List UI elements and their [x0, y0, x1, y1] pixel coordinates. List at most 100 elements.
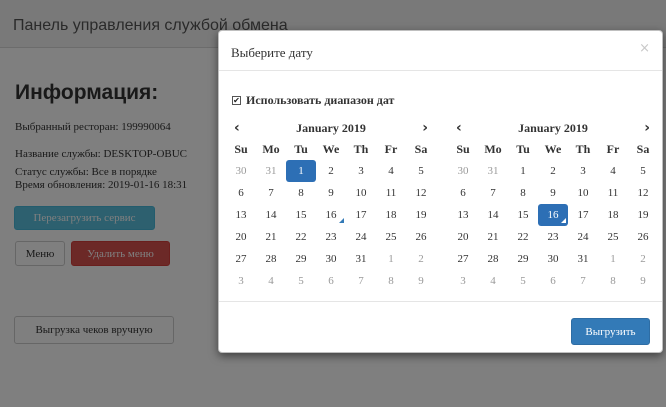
calendar-day[interactable]: 6	[448, 182, 478, 204]
calendar-day[interactable]: 31	[568, 248, 598, 270]
calendar-day[interactable]: 10	[346, 182, 376, 204]
calendar-day[interactable]: 19	[628, 204, 658, 226]
calendar-day[interactable]: 8	[598, 270, 628, 292]
calendar-day[interactable]: 3	[568, 160, 598, 182]
calendar-day[interactable]: 15	[508, 204, 538, 226]
calendar-day[interactable]: 2	[628, 248, 658, 270]
next-month-icon[interactable]: ›	[422, 119, 428, 137]
calendar-day[interactable]: 4	[256, 270, 286, 292]
calendar-day[interactable]: 28	[256, 248, 286, 270]
calendar-day[interactable]: 17	[346, 204, 376, 226]
calendar-day[interactable]: 5	[628, 160, 658, 182]
calendar-start: ‹ January 2019 › Su Mo Tu We Th Fr Sa 30 31 1 2 3 4 5…	[226, 119, 436, 292]
calendar-day[interactable]: 3	[346, 160, 376, 182]
calendar-day[interactable]: 7	[346, 270, 376, 292]
calendar-day[interactable]: 11	[598, 182, 628, 204]
calendar-day[interactable]: 26	[406, 226, 436, 248]
calendar-day[interactable]: 24	[346, 226, 376, 248]
calendar-day[interactable]: 22	[286, 226, 316, 248]
calendar-day[interactable]: 30	[448, 160, 478, 182]
calendar-day[interactable]: 31	[256, 160, 286, 182]
calendar-day[interactable]: 4	[598, 160, 628, 182]
calendar-day[interactable]: 12	[406, 182, 436, 204]
calendar-day[interactable]: 25	[376, 226, 406, 248]
calendar-day[interactable]: 13	[226, 204, 256, 226]
calendar-day[interactable]: 9	[628, 270, 658, 292]
calendar-day[interactable]: 29	[286, 248, 316, 270]
calendar-day[interactable]: 27	[448, 248, 478, 270]
calendar-day[interactable]: 23	[316, 226, 346, 248]
calendar-day[interactable]: 25	[598, 226, 628, 248]
weekday-header: Fr	[606, 142, 620, 156]
calendar-day[interactable]: 20	[448, 226, 478, 248]
calendar-day[interactable]: 18	[376, 204, 406, 226]
calendar-day[interactable]: 9	[316, 182, 346, 204]
calendar-month-label: January 2019	[518, 121, 588, 135]
calendar-day[interactable]: 1	[286, 160, 316, 182]
calendar-day[interactable]: 7	[568, 270, 598, 292]
next-month-icon[interactable]: ›	[644, 119, 650, 137]
calendar-day[interactable]: 14	[256, 204, 286, 226]
use-range-row[interactable]: ✔ Использовать диапазон дат	[232, 93, 394, 108]
weekday-header: Th	[353, 142, 369, 156]
calendar-day[interactable]: 30	[316, 248, 346, 270]
calendar-day[interactable]: 14	[478, 204, 508, 226]
calendar-day[interactable]: 28	[478, 248, 508, 270]
calendar-day[interactable]: 29	[508, 248, 538, 270]
calendar-day[interactable]: 26	[628, 226, 658, 248]
calendar-day[interactable]: 30	[226, 160, 256, 182]
calendar-day[interactable]: 30	[538, 248, 568, 270]
weekday-header: Th	[575, 142, 591, 156]
calendar-day[interactable]: 10	[568, 182, 598, 204]
calendar-day[interactable]: 1	[508, 160, 538, 182]
calendar-day[interactable]: 31	[346, 248, 376, 270]
weekday-header: Mo	[484, 142, 502, 156]
weekday-header: Fr	[384, 142, 398, 156]
calendar-day[interactable]: 20	[226, 226, 256, 248]
calendar-day[interactable]: 15	[286, 204, 316, 226]
calendar-day[interactable]: 8	[376, 270, 406, 292]
calendar-day[interactable]: 5	[406, 160, 436, 182]
calendar-day[interactable]: 9	[406, 270, 436, 292]
calendar-day[interactable]: 5	[286, 270, 316, 292]
calendar-day[interactable]: 16	[538, 204, 568, 226]
calendar-day[interactable]: 16	[316, 204, 346, 226]
calendar-day[interactable]: 6	[538, 270, 568, 292]
calendar-day[interactable]: 1	[376, 248, 406, 270]
calendar-day[interactable]: 11	[376, 182, 406, 204]
calendar-day[interactable]: 6	[316, 270, 346, 292]
calendar-end: ‹ January 2019 › Su Mo Tu We Th Fr Sa 30 31 1 2 3 4 5…	[448, 119, 658, 292]
calendar-day[interactable]: 7	[478, 182, 508, 204]
calendar-day[interactable]: 17	[568, 204, 598, 226]
upload-button[interactable]: Выгрузить	[571, 318, 650, 345]
use-range-checkbox[interactable]: ✔	[232, 96, 241, 105]
calendar-day[interactable]: 27	[226, 248, 256, 270]
calendar-header: ‹ January 2019 ›	[226, 119, 436, 139]
calendar-day[interactable]: 19	[406, 204, 436, 226]
calendar-day[interactable]: 18	[598, 204, 628, 226]
calendar-day[interactable]: 24	[568, 226, 598, 248]
calendar-day[interactable]: 8	[286, 182, 316, 204]
calendar-day[interactable]: 2	[316, 160, 346, 182]
calendar-day[interactable]: 23	[538, 226, 568, 248]
calendar-day[interactable]: 21	[256, 226, 286, 248]
close-icon[interactable]: ×	[639, 41, 650, 56]
calendar-day[interactable]: 7	[256, 182, 286, 204]
calendar-day[interactable]: 6	[226, 182, 256, 204]
calendar-day[interactable]: 13	[448, 204, 478, 226]
calendar-day[interactable]: 2	[406, 248, 436, 270]
calendar-day[interactable]: 4	[478, 270, 508, 292]
calendar-day[interactable]: 21	[478, 226, 508, 248]
calendar-day[interactable]: 5	[508, 270, 538, 292]
calendar-day[interactable]: 31	[478, 160, 508, 182]
use-range-label[interactable]: Использовать диапазон дат	[246, 93, 394, 108]
calendar-day[interactable]: 12	[628, 182, 658, 204]
calendar-day[interactable]: 3	[448, 270, 478, 292]
calendar-day[interactable]: 4	[376, 160, 406, 182]
calendar-day[interactable]: 1	[598, 248, 628, 270]
calendar-day[interactable]: 3	[226, 270, 256, 292]
calendar-day[interactable]: 9	[538, 182, 568, 204]
calendar-day[interactable]: 2	[538, 160, 568, 182]
calendar-day[interactable]: 22	[508, 226, 538, 248]
calendar-day[interactable]: 8	[508, 182, 538, 204]
